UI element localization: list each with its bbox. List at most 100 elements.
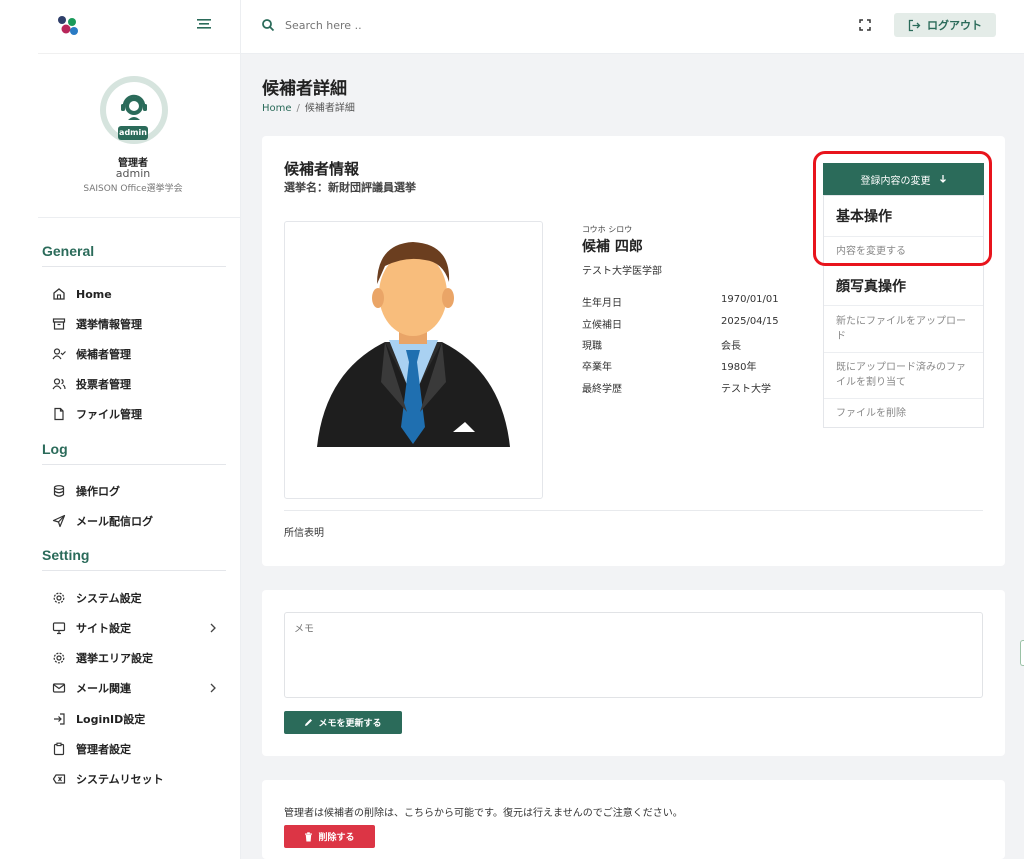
chevron-right-icon [210, 623, 216, 633]
detail-label: 現職 [582, 341, 602, 352]
sidebar: admin 管理者 admin SAISON Office選挙学会 Genera… [0, 0, 241, 859]
archive-icon [52, 318, 66, 330]
candidate-section-title: 候補者情報 [284, 160, 360, 178]
sidebar-item-label: 選挙情報管理 [76, 318, 142, 331]
sidebar-item-label: 投票者管理 [76, 378, 131, 391]
nav-section-log: Log [42, 441, 68, 457]
profile-organization: SAISON Office選挙学会 [83, 184, 183, 194]
support-agent-icon [121, 94, 147, 120]
logout-icon [908, 19, 921, 31]
search-icon[interactable] [261, 18, 275, 32]
file-icon [54, 407, 64, 421]
sidebar-item-elections[interactable]: 選挙情報管理 [52, 314, 222, 334]
delete-box-icon [52, 774, 66, 784]
detail-value: 1970/01/01 [721, 294, 779, 305]
mail-icon [52, 683, 66, 693]
statement-label: 所信表明 [284, 528, 324, 539]
candidate-university: テスト大学医学部 [582, 266, 662, 277]
sidebar-item-label: Home [76, 287, 112, 301]
businessman-avatar-icon [317, 242, 510, 447]
detail-label: 立候補日 [582, 320, 622, 331]
sidebar-item-files[interactable]: ファイル管理 [52, 404, 222, 424]
sidebar-item-label: ファイル管理 [76, 408, 142, 421]
database-icon [53, 485, 65, 497]
election-name: 選挙名：新財団評議員選挙 [284, 181, 416, 194]
monitor-icon [52, 622, 66, 635]
memo-card: メモを更新する [262, 590, 1005, 756]
chevron-right-icon [210, 683, 216, 693]
side-tab[interactable] [1020, 640, 1024, 666]
search-input[interactable] [285, 14, 505, 36]
sidebar-item-label: 操作ログ [76, 485, 120, 498]
delete-card: 管理者は候補者の削除は、こちらから可能です。復元は行えませんのでご注意ください。… [262, 780, 1005, 859]
detail-label: 卒業年 [582, 362, 612, 373]
nav-divider [42, 570, 226, 571]
home-icon [53, 288, 65, 300]
sidebar-item-mail-log[interactable]: メール配信ログ [52, 511, 222, 531]
sidebar-item-label: メール配信ログ [76, 515, 153, 528]
users-icon [52, 378, 66, 390]
menu-toggle-icon[interactable] [196, 16, 212, 32]
breadcrumb-separator: / [296, 103, 300, 114]
nav-section-general: General [42, 243, 95, 259]
detail-value: 2025/04/15 [721, 316, 779, 327]
logo-icon[interactable] [56, 14, 80, 38]
profile-username: admin [115, 167, 151, 180]
detail-value: 1980年 [721, 362, 757, 373]
candidate-kana: コウホ シロウ [582, 225, 633, 234]
nav-divider [42, 464, 226, 465]
login-icon [54, 713, 65, 725]
delete-label: 削除する [318, 833, 355, 843]
gear-icon [53, 652, 65, 664]
delete-button[interactable]: 削除する [284, 825, 375, 848]
clipboard-icon [53, 742, 65, 756]
breadcrumb-home[interactable]: Home [262, 103, 292, 114]
sidebar-item-label: サイト設定 [76, 622, 131, 635]
nav-divider [42, 266, 226, 267]
sidebar-item-label: 管理者設定 [76, 743, 131, 756]
sidebar-item-mail[interactable]: メール関連 [52, 678, 222, 698]
detail-value: 会長 [721, 341, 741, 352]
delete-file-item[interactable]: ファイルを削除 [824, 398, 983, 427]
update-memo-button[interactable]: メモを更新する [284, 711, 402, 734]
sidebar-item-site-settings[interactable]: サイト設定 [52, 618, 222, 638]
logout-button[interactable]: ログアウト [894, 13, 996, 37]
delete-note: 管理者は候補者の削除は、こちらから可能です。復元は行えませんのでご注意ください。 [284, 808, 683, 819]
sidebar-item-voters[interactable]: 投票者管理 [52, 374, 222, 394]
sidebar-item-label: LoginID設定 [76, 713, 146, 726]
assign-file-item[interactable]: 既にアップロード済みのファイルを割り当て [824, 352, 983, 398]
sidebar-item-candidates[interactable]: 候補者管理 [52, 344, 222, 364]
sidebar-item-label: システム設定 [76, 592, 142, 605]
candidate-name: 候補 四郎 [582, 239, 643, 255]
sidebar-item-home[interactable]: Home [52, 284, 222, 304]
pencil-icon [305, 719, 313, 726]
topbar: ログアウト [241, 0, 1024, 54]
sidebar-item-label: 選挙エリア設定 [76, 652, 153, 665]
profile: admin 管理者 admin SAISON Office選挙学会 [38, 54, 241, 218]
breadcrumb: Home / 候補者詳細 [262, 99, 355, 114]
gear-icon [53, 592, 65, 604]
sidebar-item-election-area[interactable]: 選挙エリア設定 [52, 648, 222, 668]
sidebar-item-system-settings[interactable]: システム設定 [52, 588, 222, 608]
nav-section-setting: Setting [42, 547, 90, 563]
trash-icon [305, 831, 313, 841]
user-check-icon [52, 348, 66, 360]
upload-file-item[interactable]: 新たにファイルをアップロード [824, 305, 983, 352]
sidebar-item-admin-settings[interactable]: 管理者設定 [52, 739, 222, 759]
logout-label: ログアウト [927, 19, 982, 32]
detail-label: 生年月日 [582, 298, 622, 309]
highlight-annotation [813, 151, 992, 266]
breadcrumb-current: 候補者詳細 [304, 103, 355, 114]
update-memo-label: メモを更新する [318, 719, 382, 729]
detail-value: テスト大学 [721, 384, 771, 395]
sidebar-item-system-reset[interactable]: システムリセット [52, 769, 222, 789]
send-icon [52, 514, 66, 528]
sidebar-item-label: メール関連 [76, 682, 131, 695]
fullscreen-icon[interactable] [857, 17, 873, 33]
candidate-photo [284, 221, 543, 499]
sidebar-item-loginid[interactable]: LoginID設定 [52, 709, 222, 729]
sidebar-item-label: 候補者管理 [76, 348, 131, 361]
sidebar-item-operation-log[interactable]: 操作ログ [52, 481, 222, 501]
memo-textarea[interactable] [284, 612, 983, 698]
page-title: 候補者詳細 [262, 79, 347, 99]
